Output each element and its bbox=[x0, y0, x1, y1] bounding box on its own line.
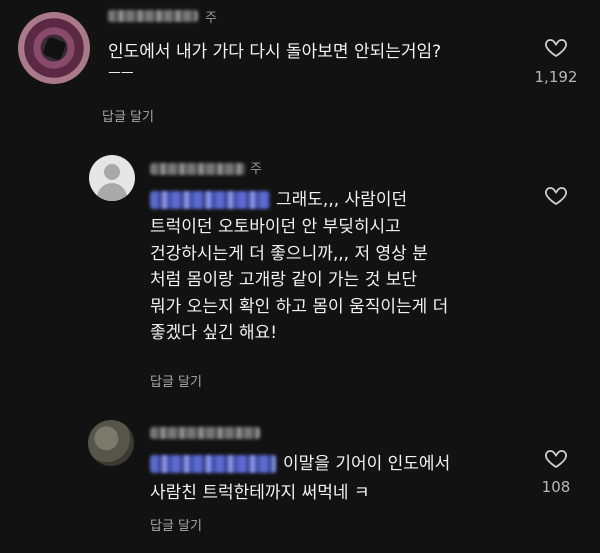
comment-text: 사람친 트럭한테까지 써먹네 ㅋ bbox=[150, 483, 370, 503]
heart-icon[interactable] bbox=[543, 183, 569, 207]
username-blurred[interactable] bbox=[108, 10, 198, 22]
comment-text: 인도에서 내가 가다 다시 돌아보면 안되는거임? bbox=[108, 42, 442, 62]
comment-time: 주 bbox=[250, 162, 262, 177]
mention-blurred[interactable] bbox=[150, 191, 270, 209]
comment-text-line1: 이말을 기어이 인도에서 bbox=[283, 454, 451, 474]
username-blurred[interactable] bbox=[150, 163, 245, 175]
mention-blurred[interactable] bbox=[150, 455, 276, 473]
like-count: 108 bbox=[541, 478, 571, 496]
heart-icon[interactable] bbox=[543, 35, 569, 59]
comment-text: 트럭이던 오토바이던 안 부딪히시고 건강하시는게 더 좋으니까,,, 저 영상… bbox=[150, 217, 449, 343]
comment-text-line1: 그래도,,, 사람이던 bbox=[276, 190, 408, 210]
comment-text-extra: ㅡㅡ bbox=[108, 66, 134, 82]
like-count: 1,192 bbox=[534, 68, 578, 86]
heart-icon[interactable] bbox=[543, 446, 569, 470]
reply-button[interactable]: 답글 달기 bbox=[102, 106, 154, 125]
avatar[interactable] bbox=[18, 12, 90, 84]
reply-button[interactable]: 답글 달기 bbox=[150, 371, 202, 390]
reply-button[interactable]: 답글 달기 bbox=[150, 515, 202, 534]
comment-time: 주 bbox=[205, 11, 217, 26]
avatar[interactable] bbox=[88, 420, 134, 466]
avatar[interactable] bbox=[89, 155, 135, 201]
username-blurred[interactable] bbox=[150, 427, 260, 439]
